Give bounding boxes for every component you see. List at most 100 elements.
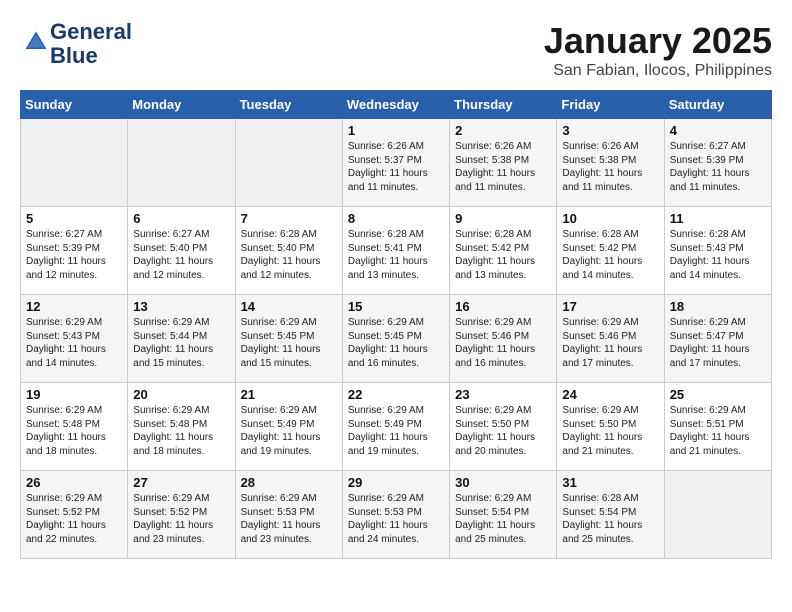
- day-number: 2: [455, 123, 551, 138]
- day-number: 16: [455, 299, 551, 314]
- calendar-cell: 22 Sunrise: 6:29 AM Sunset: 5:49 PM Dayli…: [342, 383, 449, 471]
- day-info: Sunrise: 6:29 AM Sunset: 5:46 PM Dayligh…: [562, 316, 658, 370]
- calendar-cell: 12Sunrise: 6:29 AM Sunset: 5:43 PM Dayli…: [21, 295, 128, 383]
- day-number: 29: [348, 475, 444, 490]
- calendar-cell: 14 Sunrise: 6:29 AM Sunset: 5:45 PM Dayli…: [235, 295, 342, 383]
- day-info: Sunrise: 6:29 AM Sunset: 5:51 PM Dayligh…: [670, 404, 766, 458]
- calendar-cell: 7 Sunrise: 6:28 AM Sunset: 5:40 PM Daylig…: [235, 207, 342, 295]
- day-info: Sunrise: 6:29 AM Sunset: 5:48 PM Dayligh…: [26, 404, 122, 458]
- day-info: Sunrise: 6:29 AM Sunset: 5:53 PM Dayligh…: [241, 492, 337, 546]
- day-info: Sunrise: 6:28 AM Sunset: 5:40 PM Dayligh…: [241, 228, 337, 282]
- day-info: Sunrise: 6:29 AM Sunset: 5:50 PM Dayligh…: [562, 404, 658, 458]
- logo-icon: [22, 28, 50, 56]
- calendar-cell: 9 Sunrise: 6:28 AM Sunset: 5:42 PM Daylig…: [450, 207, 557, 295]
- day-info: Sunrise: 6:28 AM Sunset: 5:41 PM Dayligh…: [348, 228, 444, 282]
- day-info: Sunrise: 6:28 AM Sunset: 5:42 PM Dayligh…: [455, 228, 551, 282]
- day-number: 15: [348, 299, 444, 314]
- week-row: 12Sunrise: 6:29 AM Sunset: 5:43 PM Dayli…: [21, 295, 772, 383]
- calendar-cell: 8 Sunrise: 6:28 AM Sunset: 5:41 PM Daylig…: [342, 207, 449, 295]
- calendar-cell: 15 Sunrise: 6:29 AM Sunset: 5:45 PM Dayli…: [342, 295, 449, 383]
- day-number: 8: [348, 211, 444, 226]
- calendar-cell: [21, 119, 128, 207]
- day-number: 12: [26, 299, 122, 314]
- day-number: 14: [241, 299, 337, 314]
- day-info: Sunrise: 6:27 AM Sunset: 5:39 PM Dayligh…: [26, 228, 122, 282]
- day-header-saturday: Saturday: [664, 91, 771, 119]
- week-row: 19 Sunrise: 6:29 AM Sunset: 5:48 PM Dayli…: [21, 383, 772, 471]
- day-number: 1: [348, 123, 444, 138]
- logo-text: General Blue: [50, 20, 132, 68]
- day-info: Sunrise: 6:28 AM Sunset: 5:43 PM Dayligh…: [670, 228, 766, 282]
- day-number: 3: [562, 123, 658, 138]
- calendar-cell: 18Sunrise: 6:29 AM Sunset: 5:47 PM Dayli…: [664, 295, 771, 383]
- day-number: 11: [670, 211, 766, 226]
- calendar-cell: 6 Sunrise: 6:27 AM Sunset: 5:40 PM Daylig…: [128, 207, 235, 295]
- day-number: 4: [670, 123, 766, 138]
- day-number: 31: [562, 475, 658, 490]
- day-info: Sunrise: 6:29 AM Sunset: 5:44 PM Dayligh…: [133, 316, 229, 370]
- day-number: 23: [455, 387, 551, 402]
- calendar-cell: [664, 471, 771, 559]
- calendar-cell: [128, 119, 235, 207]
- day-info: Sunrise: 6:29 AM Sunset: 5:52 PM Dayligh…: [26, 492, 122, 546]
- day-info: Sunrise: 6:29 AM Sunset: 5:49 PM Dayligh…: [348, 404, 444, 458]
- calendar-cell: 3Sunrise: 6:26 AM Sunset: 5:38 PM Daylig…: [557, 119, 664, 207]
- day-number: 7: [241, 211, 337, 226]
- day-info: Sunrise: 6:29 AM Sunset: 5:49 PM Dayligh…: [241, 404, 337, 458]
- day-number: 28: [241, 475, 337, 490]
- day-info: Sunrise: 6:27 AM Sunset: 5:40 PM Dayligh…: [133, 228, 229, 282]
- calendar-cell: 2Sunrise: 6:26 AM Sunset: 5:38 PM Daylig…: [450, 119, 557, 207]
- calendar-cell: 25 Sunrise: 6:29 AM Sunset: 5:51 PM Dayli…: [664, 383, 771, 471]
- day-info: Sunrise: 6:29 AM Sunset: 5:50 PM Dayligh…: [455, 404, 551, 458]
- calendar-cell: 23 Sunrise: 6:29 AM Sunset: 5:50 PM Dayli…: [450, 383, 557, 471]
- day-header-thursday: Thursday: [450, 91, 557, 119]
- calendar-cell: 20Sunrise: 6:29 AM Sunset: 5:48 PM Dayli…: [128, 383, 235, 471]
- day-number: 25: [670, 387, 766, 402]
- calendar-cell: 27 Sunrise: 6:29 AM Sunset: 5:52 PM Dayli…: [128, 471, 235, 559]
- calendar-cell: 13 Sunrise: 6:29 AM Sunset: 5:44 PM Dayli…: [128, 295, 235, 383]
- calendar-header: SundayMondayTuesdayWednesdayThursdayFrid…: [21, 91, 772, 119]
- day-header-sunday: Sunday: [21, 91, 128, 119]
- day-info: Sunrise: 6:29 AM Sunset: 5:54 PM Dayligh…: [455, 492, 551, 546]
- week-row: 1Sunrise: 6:26 AM Sunset: 5:37 PM Daylig…: [21, 119, 772, 207]
- day-number: 13: [133, 299, 229, 314]
- calendar-cell: 10 Sunrise: 6:28 AM Sunset: 5:42 PM Dayli…: [557, 207, 664, 295]
- header-row: SundayMondayTuesdayWednesdayThursdayFrid…: [21, 91, 772, 119]
- logo: General Blue: [20, 20, 132, 68]
- calendar-cell: 26 Sunrise: 6:29 AM Sunset: 5:52 PM Dayli…: [21, 471, 128, 559]
- day-info: Sunrise: 6:29 AM Sunset: 5:45 PM Dayligh…: [348, 316, 444, 370]
- calendar-cell: 21Sunrise: 6:29 AM Sunset: 5:49 PM Dayli…: [235, 383, 342, 471]
- day-number: 19: [26, 387, 122, 402]
- calendar-cell: 1Sunrise: 6:26 AM Sunset: 5:37 PM Daylig…: [342, 119, 449, 207]
- page-header: General Blue January 2025 San Fabian, Il…: [20, 20, 772, 80]
- day-number: 17: [562, 299, 658, 314]
- calendar-cell: 4 Sunrise: 6:27 AM Sunset: 5:39 PM Daylig…: [664, 119, 771, 207]
- day-number: 22: [348, 387, 444, 402]
- week-row: 26 Sunrise: 6:29 AM Sunset: 5:52 PM Dayli…: [21, 471, 772, 559]
- day-number: 10: [562, 211, 658, 226]
- day-info: Sunrise: 6:29 AM Sunset: 5:45 PM Dayligh…: [241, 316, 337, 370]
- day-number: 18: [670, 299, 766, 314]
- day-info: Sunrise: 6:27 AM Sunset: 5:39 PM Dayligh…: [670, 140, 766, 194]
- day-number: 9: [455, 211, 551, 226]
- calendar-cell: 5Sunrise: 6:27 AM Sunset: 5:39 PM Daylig…: [21, 207, 128, 295]
- day-info: Sunrise: 6:28 AM Sunset: 5:42 PM Dayligh…: [562, 228, 658, 282]
- calendar-cell: 30Sunrise: 6:29 AM Sunset: 5:54 PM Dayli…: [450, 471, 557, 559]
- week-row: 5Sunrise: 6:27 AM Sunset: 5:39 PM Daylig…: [21, 207, 772, 295]
- calendar-cell: 17 Sunrise: 6:29 AM Sunset: 5:46 PM Dayli…: [557, 295, 664, 383]
- day-header-friday: Friday: [557, 91, 664, 119]
- day-header-monday: Monday: [128, 91, 235, 119]
- calendar-cell: 28 Sunrise: 6:29 AM Sunset: 5:53 PM Dayli…: [235, 471, 342, 559]
- calendar-cell: [235, 119, 342, 207]
- month-title: January 2025: [544, 20, 772, 62]
- day-number: 24: [562, 387, 658, 402]
- day-header-tuesday: Tuesday: [235, 91, 342, 119]
- calendar-cell: 31 Sunrise: 6:28 AM Sunset: 5:54 PM Dayli…: [557, 471, 664, 559]
- day-number: 26: [26, 475, 122, 490]
- day-number: 27: [133, 475, 229, 490]
- calendar-cell: 19 Sunrise: 6:29 AM Sunset: 5:48 PM Dayli…: [21, 383, 128, 471]
- title-block: January 2025 San Fabian, Ilocos, Philipp…: [544, 20, 772, 80]
- day-number: 6: [133, 211, 229, 226]
- day-info: Sunrise: 6:28 AM Sunset: 5:54 PM Dayligh…: [562, 492, 658, 546]
- day-info: Sunrise: 6:29 AM Sunset: 5:52 PM Dayligh…: [133, 492, 229, 546]
